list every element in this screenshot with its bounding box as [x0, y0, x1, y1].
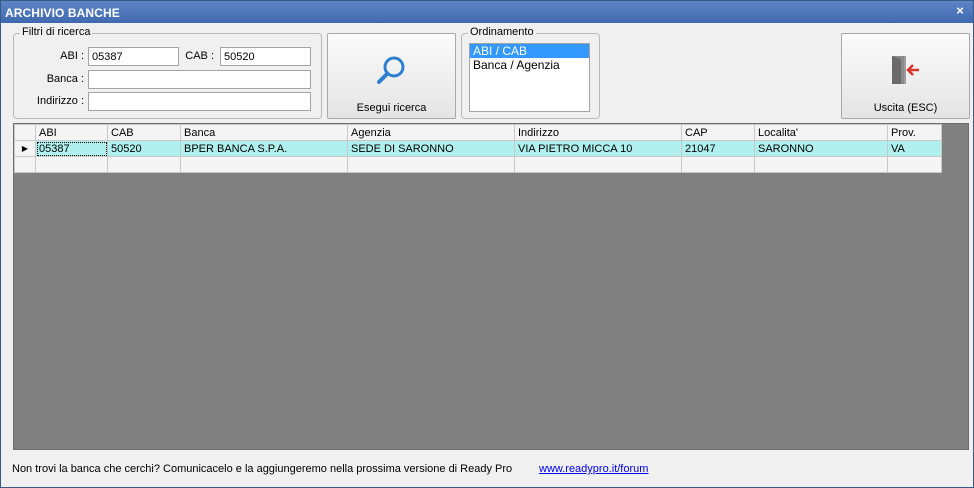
table-row[interactable]: [14, 156, 942, 173]
ordering-option-abi-cab[interactable]: ABI / CAB: [470, 44, 589, 58]
ordering-option-banca-agenzia[interactable]: Banca / Agenzia: [470, 58, 589, 72]
search-filters-group: Filtri di ricerca ABI : CAB : Banca : In…: [13, 26, 322, 119]
ordering-listbox[interactable]: ABI / CAB Banca / Agenzia: [469, 43, 590, 112]
cell-abi[interactable]: 05387: [35, 140, 108, 157]
close-icon[interactable]: ×: [953, 4, 967, 18]
cab-input[interactable]: [220, 47, 311, 66]
archivio-banche-window: ARCHIVIO BANCHE × Filtri di ricerca ABI …: [0, 0, 974, 488]
cab-label: CAB :: [185, 50, 214, 62]
abi-label: ABI :: [60, 50, 84, 62]
window-title: ARCHIVIO BANCHE: [5, 6, 120, 20]
exit-door-icon: [892, 56, 919, 84]
indirizzo-input[interactable]: [88, 92, 311, 111]
ordering-group: Ordinamento ABI / CAB Banca / Agenzia: [461, 26, 600, 119]
search-button[interactable]: Esegui ricerca: [327, 33, 456, 119]
cell-agenzia[interactable]: SEDE DI SARONNO: [347, 140, 515, 157]
column-header-cab[interactable]: CAB: [107, 124, 181, 141]
row-indicator-header: [14, 124, 36, 141]
cell-prov[interactable]: [887, 156, 942, 173]
column-header-banca[interactable]: Banca: [180, 124, 348, 141]
banca-input[interactable]: [88, 70, 311, 89]
cell-localita[interactable]: [754, 156, 888, 173]
cell-cab[interactable]: [107, 156, 181, 173]
search-filters-legend: Filtri di ricerca: [20, 26, 93, 38]
cell-cap[interactable]: 21047: [681, 140, 755, 157]
row-pointer-icon: ▶: [14, 140, 36, 157]
cell-indirizzo[interactable]: [514, 156, 682, 173]
column-header-prov[interactable]: Prov.: [887, 124, 942, 141]
column-header-abi[interactable]: ABI: [35, 124, 108, 141]
indirizzo-label: Indirizzo :: [36, 95, 84, 107]
cell-cap[interactable]: [681, 156, 755, 173]
row-indicator: [14, 156, 36, 173]
footer-message: Non trovi la banca che cerchi? Comunicac…: [12, 463, 513, 475]
cell-localita[interactable]: SARONNO: [754, 140, 888, 157]
exit-button[interactable]: Uscita (ESC): [841, 33, 970, 119]
banks-grid[interactable]: ABI CAB Banca Agenzia Indirizzo CAP Loca…: [13, 123, 969, 450]
ordering-legend: Ordinamento: [468, 26, 536, 38]
banca-label: Banca :: [46, 73, 84, 85]
cell-agenzia[interactable]: [347, 156, 515, 173]
column-header-indirizzo[interactable]: Indirizzo: [514, 124, 682, 141]
column-header-cap[interactable]: CAP: [681, 124, 755, 141]
cell-indirizzo[interactable]: VIA PIETRO MICCA 10: [514, 140, 682, 157]
column-header-agenzia[interactable]: Agenzia: [347, 124, 515, 141]
cell-banca[interactable]: [180, 156, 348, 173]
cell-cab[interactable]: 50520: [107, 140, 181, 157]
table-row[interactable]: ▶ 05387 50520 BPER BANCA S.P.A. SEDE DI …: [14, 140, 942, 157]
cell-banca[interactable]: BPER BANCA S.P.A.: [180, 140, 348, 157]
cell-prov[interactable]: VA: [887, 140, 942, 157]
search-icon: [377, 56, 405, 84]
grid-header-row: ABI CAB Banca Agenzia Indirizzo CAP Loca…: [14, 124, 942, 141]
title-bar[interactable]: ARCHIVIO BANCHE ×: [1, 1, 973, 23]
column-header-localita[interactable]: Localita': [754, 124, 888, 141]
forum-link[interactable]: www.readypro.it/forum: [539, 463, 648, 475]
abi-input[interactable]: [88, 47, 179, 66]
search-button-label: Esegui ricerca: [356, 102, 427, 114]
banks-table: ABI CAB Banca Agenzia Indirizzo CAP Loca…: [14, 124, 942, 173]
exit-button-label: Uscita (ESC): [873, 102, 938, 114]
cell-abi[interactable]: [35, 156, 108, 173]
